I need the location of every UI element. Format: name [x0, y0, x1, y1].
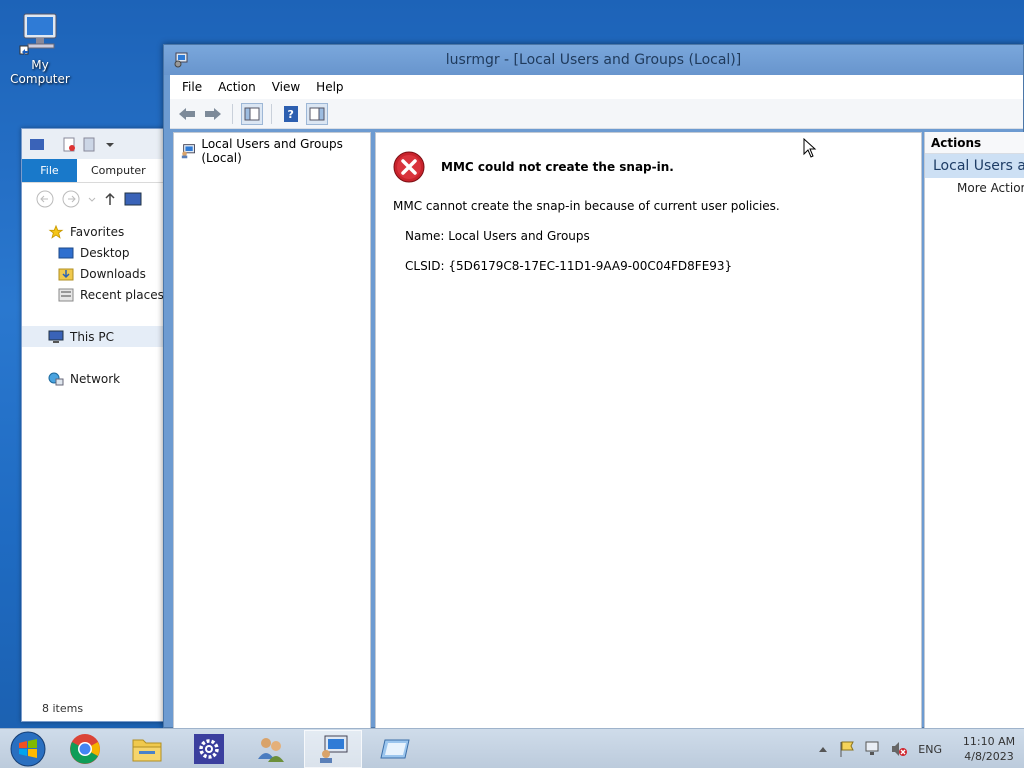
file-explorer-icon — [132, 739, 162, 762]
forward-icon[interactable] — [62, 190, 80, 208]
console-tree-pane: Local Users and Groups (Local) — [173, 132, 371, 729]
actions-pane: Actions Local Users and Groups (Local) M… — [924, 132, 1024, 729]
windows-start-icon — [10, 731, 46, 767]
taskbar-chrome[interactable] — [56, 730, 114, 768]
nav-item-desktop[interactable]: Desktop — [22, 242, 165, 263]
show-hide-console-tree-button[interactable] — [241, 102, 263, 125]
taskbar-users[interactable] — [242, 730, 300, 768]
show-hidden-icons-icon[interactable] — [818, 745, 828, 753]
quick-access-toolbar[interactable] — [30, 137, 120, 153]
toolbar-separator — [271, 103, 272, 124]
settings-icon — [194, 734, 224, 764]
more-actions-link[interactable]: More Actions — [925, 181, 1024, 195]
action-center-flag-icon[interactable] — [838, 740, 856, 758]
nav-item-favorites[interactable]: Favorites — [22, 221, 165, 242]
mmc-window[interactable]: lusrmgr - [Local Users and Groups (Local… — [163, 44, 1024, 729]
users-icon — [258, 738, 284, 762]
mouse-cursor-icon — [803, 138, 817, 158]
forward-button[interactable] — [202, 103, 224, 125]
ribbon-computer-tab[interactable]: Computer — [77, 159, 146, 182]
downloads-folder-icon — [58, 268, 74, 280]
clock-time: 11:10 AM — [962, 735, 1016, 748]
desktop-icon-label: My Computer — [10, 58, 70, 86]
desktop-folder-icon — [58, 247, 74, 258]
error-snapin-name: Name: Local Users and Groups — [405, 229, 590, 243]
clock-date: 4/8/2023 — [964, 750, 1014, 763]
back-button[interactable] — [176, 103, 198, 125]
taskbar: ENG 11:10 AM 4/8/2023 — [0, 728, 1024, 768]
nav-item-network[interactable]: Network — [22, 368, 165, 389]
forward-arrow-icon — [205, 107, 221, 120]
recent-places-icon — [58, 288, 74, 301]
computer-icon — [19, 13, 57, 55]
taskbar-file-explorer[interactable] — [118, 730, 176, 768]
nav-label-network: Network — [70, 371, 121, 386]
chevron-down-icon[interactable] — [88, 195, 96, 203]
menu-view[interactable]: View — [264, 80, 308, 94]
error-title: MMC could not create the snap-in. — [441, 160, 674, 174]
nav-label-desktop: Desktop — [80, 245, 130, 260]
menu-bar: File Action View Help — [170, 75, 1023, 99]
toolbar-separator — [232, 103, 233, 124]
action-pane-icon — [309, 107, 325, 120]
users-computer-icon — [181, 144, 195, 159]
mmc-computer-icon — [320, 735, 348, 763]
nav-label-this-pc: This PC — [70, 329, 114, 344]
error-clsid: CLSID: {5D6179C8-17EC-11D1-9AA9-00C04FD8… — [405, 259, 733, 273]
result-pane: MMC could not create the snap-in. MMC ca… — [375, 132, 922, 729]
tree-item-local-users-and-groups[interactable]: Local Users and Groups (Local) — [180, 137, 370, 165]
error-icon — [393, 151, 425, 183]
menu-action[interactable]: Action — [210, 80, 264, 94]
tree-item-label: Local Users and Groups (Local) — [201, 137, 343, 165]
actions-header: Actions — [925, 132, 1024, 154]
show-hide-action-pane-button[interactable] — [306, 102, 328, 125]
desktop-icon-my-computer[interactable]: My Computer — [0, 10, 80, 86]
explorer-titlebar[interactable] — [22, 129, 165, 159]
system-tray: ENG 11:10 AM 4/8/2023 — [818, 729, 1024, 768]
nav-label-recent-places: Recent places — [80, 287, 164, 302]
window-title: lusrmgr - [Local Users and Groups (Local… — [445, 52, 742, 68]
help-icon: ? — [284, 105, 298, 122]
actions-section-header[interactable]: Local Users and Groups (Local) — [925, 154, 1024, 178]
network-icon — [48, 372, 64, 385]
explorer-nav-pane: Favorites Desktop Downloads Recent place… — [22, 215, 165, 389]
svg-text:?: ? — [288, 108, 294, 121]
volume-muted-icon[interactable] — [890, 740, 908, 758]
explorer-ribbon: File Computer — [22, 159, 165, 183]
menu-file[interactable]: File — [174, 80, 210, 94]
back-arrow-icon — [179, 107, 195, 120]
clock[interactable]: 11:10 AM 4/8/2023 — [954, 734, 1024, 764]
explorer-status-bar: 8 items — [42, 702, 84, 715]
error-message: MMC cannot create the snap-in because of… — [393, 199, 780, 213]
help-button[interactable]: ? — [280, 103, 302, 125]
mmc-titlebar[interactable]: lusrmgr - [Local Users and Groups (Local… — [164, 45, 1023, 75]
explorer-nav-bar — [22, 183, 165, 215]
taskbar-remote-desktop[interactable] — [366, 730, 424, 768]
nav-item-this-pc[interactable]: This PC — [22, 326, 165, 347]
start-button[interactable] — [0, 730, 56, 768]
nav-label-favorites: Favorites — [70, 224, 125, 239]
up-arrow-icon[interactable] — [104, 192, 116, 206]
taskbar-settings[interactable] — [180, 730, 238, 768]
error-header: MMC could not create the snap-in. — [393, 151, 674, 183]
taskbar-mmc[interactable] — [304, 730, 362, 768]
network-tray-icon[interactable] — [864, 740, 882, 758]
chrome-icon — [70, 734, 100, 764]
address-computer-icon[interactable] — [124, 192, 142, 206]
star-icon — [48, 224, 64, 239]
this-pc-icon — [48, 330, 64, 343]
back-icon[interactable] — [36, 190, 54, 208]
nav-item-recent-places[interactable]: Recent places — [22, 284, 165, 305]
mmc-toolbar: ? — [170, 99, 1023, 129]
nav-label-downloads: Downloads — [80, 266, 146, 281]
file-explorer-window[interactable]: File Computer Favorites Desktop Download… — [21, 128, 166, 722]
nav-item-downloads[interactable]: Downloads — [22, 263, 165, 284]
menu-help[interactable]: Help — [308, 80, 351, 94]
remote-desktop-icon — [380, 739, 410, 759]
console-tree-icon — [244, 107, 260, 120]
ribbon-file-tab[interactable]: File — [22, 159, 77, 182]
language-indicator[interactable]: ENG — [918, 743, 942, 756]
